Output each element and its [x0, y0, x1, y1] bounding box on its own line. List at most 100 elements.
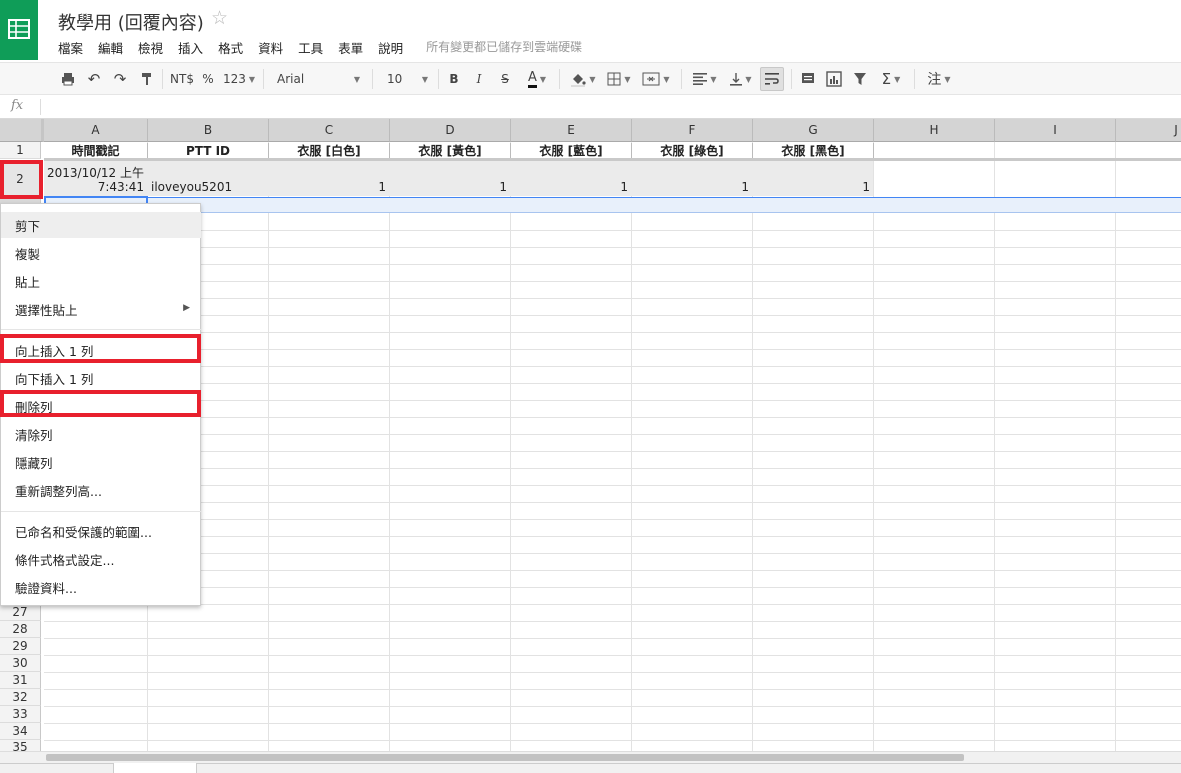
undo-icon[interactable]: ↶ — [84, 67, 104, 91]
row-number-29[interactable]: 29 — [0, 638, 41, 655]
row-number-31[interactable]: 31 — [0, 672, 41, 689]
column-header-e[interactable]: E — [511, 119, 632, 142]
grid-line — [44, 332, 1181, 333]
font-family-select[interactable]: Arial ▼ — [272, 67, 364, 91]
horizontal-scrollbar[interactable] — [0, 751, 1181, 763]
column-header-b[interactable]: B — [148, 119, 269, 142]
scrollbar-thumb[interactable] — [46, 754, 964, 761]
column-header-c[interactable]: C — [269, 119, 390, 142]
menu-item-label: 剪下 — [15, 218, 41, 234]
column-header-h[interactable]: H — [874, 119, 995, 142]
cell-b2[interactable]: iloveyou5201 — [151, 180, 266, 194]
vertical-align-button[interactable]: ▼ — [725, 67, 757, 91]
row-number-30[interactable]: 30 — [0, 655, 41, 672]
row-number-35[interactable]: 35 — [0, 740, 41, 751]
menu-item-copy[interactable]: 複製 — [1, 240, 201, 266]
borders-button[interactable]: ▼ — [604, 67, 634, 91]
menu-item-conditional-formatting[interactable]: 條件式格式設定... — [1, 546, 201, 572]
cell-d2[interactable]: 1 — [390, 180, 507, 194]
grid-line — [44, 621, 1181, 622]
menu-item-cut[interactable]: 剪下 — [1, 212, 201, 238]
menu-item-label: 重新調整列高... — [15, 483, 102, 499]
sheet-tab-bar — [0, 763, 1181, 773]
formula-input[interactable] — [48, 99, 1168, 115]
cell-f2[interactable]: 1 — [632, 180, 749, 194]
cell-g2[interactable]: 1 — [753, 180, 870, 194]
menu-format[interactable]: 格式 — [218, 38, 243, 56]
row-number-28[interactable]: 28 — [0, 621, 41, 638]
currency-format-button[interactable]: NT$ — [168, 67, 196, 91]
redo-icon[interactable]: ↷ — [110, 67, 130, 91]
column-header-i[interactable]: I — [995, 119, 1116, 142]
row-number-1[interactable]: 1 — [0, 142, 41, 159]
filter-button[interactable] — [850, 67, 870, 91]
menu-item-paste[interactable]: 貼上 — [1, 268, 201, 294]
row-number-34[interactable]: 34 — [0, 723, 41, 740]
cell-c2[interactable]: 1 — [269, 180, 386, 194]
fill-color-button[interactable]: ▼ — [566, 67, 600, 91]
star-icon[interactable]: ☆ — [211, 7, 228, 29]
menu-tools[interactable]: 工具 — [298, 38, 323, 56]
menu-form[interactable]: 表單 — [338, 38, 363, 56]
horizontal-align-button[interactable]: ▼ — [688, 67, 722, 91]
comment-icon — [802, 73, 814, 83]
bold-button[interactable]: B — [445, 67, 463, 91]
strikethrough-button[interactable]: S — [496, 67, 514, 91]
menu-item-paste-special[interactable]: 選擇性貼上 ▶ — [1, 296, 201, 322]
insert-comment-button[interactable] — [798, 67, 818, 91]
highlight-delete-row — [0, 390, 201, 417]
document-title[interactable]: 教學用 (回覆內容) — [58, 9, 204, 35]
column-header-d[interactable]: D — [390, 119, 511, 142]
caret-down-icon: ▼ — [539, 74, 547, 84]
menu-item-resize-row[interactable]: 重新調整列高... — [1, 477, 201, 503]
menu-item-data-validation[interactable]: 驗證資料... — [1, 574, 201, 600]
paint-format-icon[interactable] — [137, 67, 157, 91]
fx-icon: fx — [11, 98, 24, 113]
print-icon[interactable] — [58, 67, 78, 91]
insert-chart-button[interactable] — [823, 67, 845, 91]
caret-down-icon: ▼ — [710, 74, 717, 84]
column-header-a[interactable]: A — [44, 119, 148, 142]
font-size-select[interactable]: 10 ▼ — [382, 67, 432, 91]
text-wrap-icon — [765, 73, 779, 85]
menu-item-insert-row-below[interactable]: 向下插入 1 列 — [1, 365, 201, 391]
chart-icon — [826, 71, 842, 87]
column-header-f[interactable]: F — [632, 119, 753, 142]
menu-insert[interactable]: 插入 — [178, 38, 203, 56]
text-color-button[interactable]: A ▼ — [520, 67, 554, 91]
row-number-32[interactable]: 32 — [0, 689, 41, 706]
grid-line — [752, 142, 753, 751]
select-all-corner[interactable] — [0, 119, 44, 142]
menu-view[interactable]: 檢視 — [138, 38, 163, 56]
menu-item-clear-row[interactable]: 清除列 — [1, 421, 201, 447]
menu-edit[interactable]: 編輯 — [98, 38, 123, 56]
text-wrap-button[interactable] — [760, 67, 784, 91]
menu-help[interactable]: 說明 — [378, 38, 403, 56]
menu-item-named-ranges[interactable]: 已命名和受保護的範圍... — [1, 518, 201, 544]
caret-down-icon: ▼ — [624, 74, 631, 84]
column-header-j[interactable]: J — [1116, 119, 1181, 142]
percent-format-button[interactable]: % — [199, 67, 217, 91]
merge-cells-button[interactable]: ▼ — [638, 67, 674, 91]
sheets-logo[interactable] — [0, 0, 38, 60]
italic-button[interactable]: I — [470, 67, 488, 91]
cell-a2-time[interactable]: 7:43:41 — [44, 180, 144, 194]
grid-line — [44, 366, 1181, 367]
menu-file[interactable]: 檔案 — [58, 38, 83, 56]
sheet-tab-active[interactable] — [113, 763, 197, 773]
row-number-33[interactable]: 33 — [0, 706, 41, 723]
selected-row-3[interactable] — [44, 197, 1181, 213]
menu-data[interactable]: 資料 — [258, 38, 283, 56]
grid-line — [389, 142, 390, 751]
highlight-insert-row-above — [0, 334, 201, 363]
menu-item-hide-row[interactable]: 隱藏列 — [1, 449, 201, 475]
functions-button[interactable]: Σ ▼ — [876, 67, 906, 91]
column-header-g[interactable]: G — [753, 119, 874, 142]
row-number-27[interactable]: 27 — [0, 604, 41, 621]
cell-a2-date[interactable]: 2013/10/12 上午 — [44, 164, 144, 181]
annotation-button[interactable]: 注 ▼ — [922, 67, 956, 91]
cell-e2[interactable]: 1 — [511, 180, 628, 194]
caret-down-icon: ▼ — [663, 74, 670, 84]
more-formats-button[interactable]: 123 ▼ — [221, 67, 257, 91]
menu-item-label: 複製 — [15, 246, 41, 262]
